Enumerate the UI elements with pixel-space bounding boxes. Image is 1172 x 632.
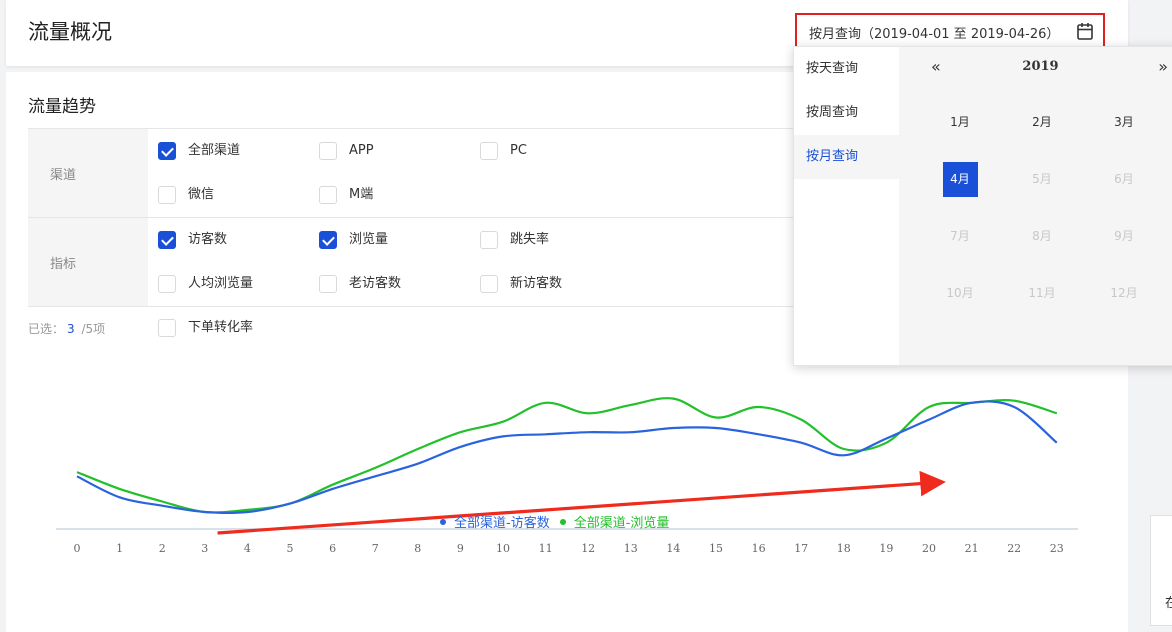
x-tick-label: 7 — [372, 542, 379, 555]
x-tick-label: 8 — [414, 542, 421, 555]
x-tick-label: 4 — [244, 542, 251, 555]
x-tick-label: 6 — [329, 542, 336, 555]
x-tick-label: 23 — [1050, 542, 1064, 555]
x-tick-label: 5 — [287, 542, 294, 555]
month-cell: 12月 — [1110, 286, 1138, 300]
x-tick-label: 13 — [624, 542, 638, 555]
year-header: « 2019 » — [899, 57, 1172, 81]
x-tick-label: 16 — [752, 542, 766, 555]
x-tick-label: 3 — [201, 542, 208, 555]
x-tick-label: 0 — [74, 542, 81, 555]
x-tick-label: 22 — [1007, 542, 1021, 555]
right-edge-text: 在 — [1165, 596, 1172, 611]
x-tick-label: 20 — [922, 542, 936, 555]
month-cell[interactable]: 1月 — [919, 99, 1001, 156]
x-tick-label: 17 — [794, 542, 808, 555]
x-tick-label: 11 — [539, 542, 553, 555]
month-panel: « 2019 » 1月 2月 3月 4月 5月 6月 7月 8月 9月 10月 11月 12月 — [899, 47, 1172, 365]
x-tick-label: 18 — [837, 542, 851, 555]
month-cell: 5月 — [1032, 172, 1052, 186]
series-line — [76, 397, 1058, 514]
next-year-icon[interactable]: » — [1158, 57, 1168, 76]
query-mode-list: 按天查询 按周查询 按月查询 — [794, 47, 899, 365]
month-cell: 9月 — [1114, 229, 1134, 243]
x-tick-label: 10 — [496, 542, 510, 555]
chart-legend: 全部渠道-访客数 全部渠道-浏览量 — [440, 512, 669, 531]
legend-dot — [440, 518, 446, 525]
mode-by-day[interactable]: 按天查询 — [794, 47, 899, 91]
right-edge-panel: 在 — [1150, 515, 1172, 626]
legend-item-visitors[interactable]: 全部渠道-访客数 — [440, 512, 550, 531]
month-grid: 1月 2月 3月 4月 5月 6月 7月 8月 9月 10月 11月 12月 — [919, 99, 1165, 327]
x-tick-label: 12 — [581, 542, 595, 555]
month-cell[interactable]: 2月 — [1001, 99, 1083, 156]
x-tick-label: 14 — [666, 542, 680, 555]
month-cell: 8月 — [1032, 229, 1052, 243]
mode-by-week[interactable]: 按周查询 — [794, 91, 899, 135]
month-cell: 7月 — [950, 229, 970, 243]
x-tick-label: 1 — [116, 542, 123, 555]
mode-by-month[interactable]: 按月查询 — [794, 135, 899, 179]
x-tick-label: 9 — [457, 542, 464, 555]
year-label: 2019 — [1022, 59, 1059, 74]
legend-dot — [559, 518, 566, 525]
month-picker-popup: 按天查询 按周查询 按月查询 « 2019 » 1月 2月 3月 4月 5月 6月 7月 8月… — [793, 46, 1172, 366]
month-cell: 6月 — [1114, 172, 1134, 186]
x-tick-label: 15 — [709, 542, 723, 555]
month-cell[interactable]: 3月 — [1083, 99, 1165, 156]
x-tick-label: 21 — [965, 542, 979, 555]
month-cell[interactable]: 4月 — [919, 156, 1001, 213]
x-tick-label: 19 — [879, 542, 893, 555]
month-cell: 10月 — [946, 286, 974, 300]
x-tick-label: 2 — [159, 542, 166, 555]
legend-item-pageviews[interactable]: 全部渠道-浏览量 — [559, 512, 669, 531]
series-line — [76, 400, 1058, 515]
month-cell: 11月 — [1028, 286, 1056, 300]
